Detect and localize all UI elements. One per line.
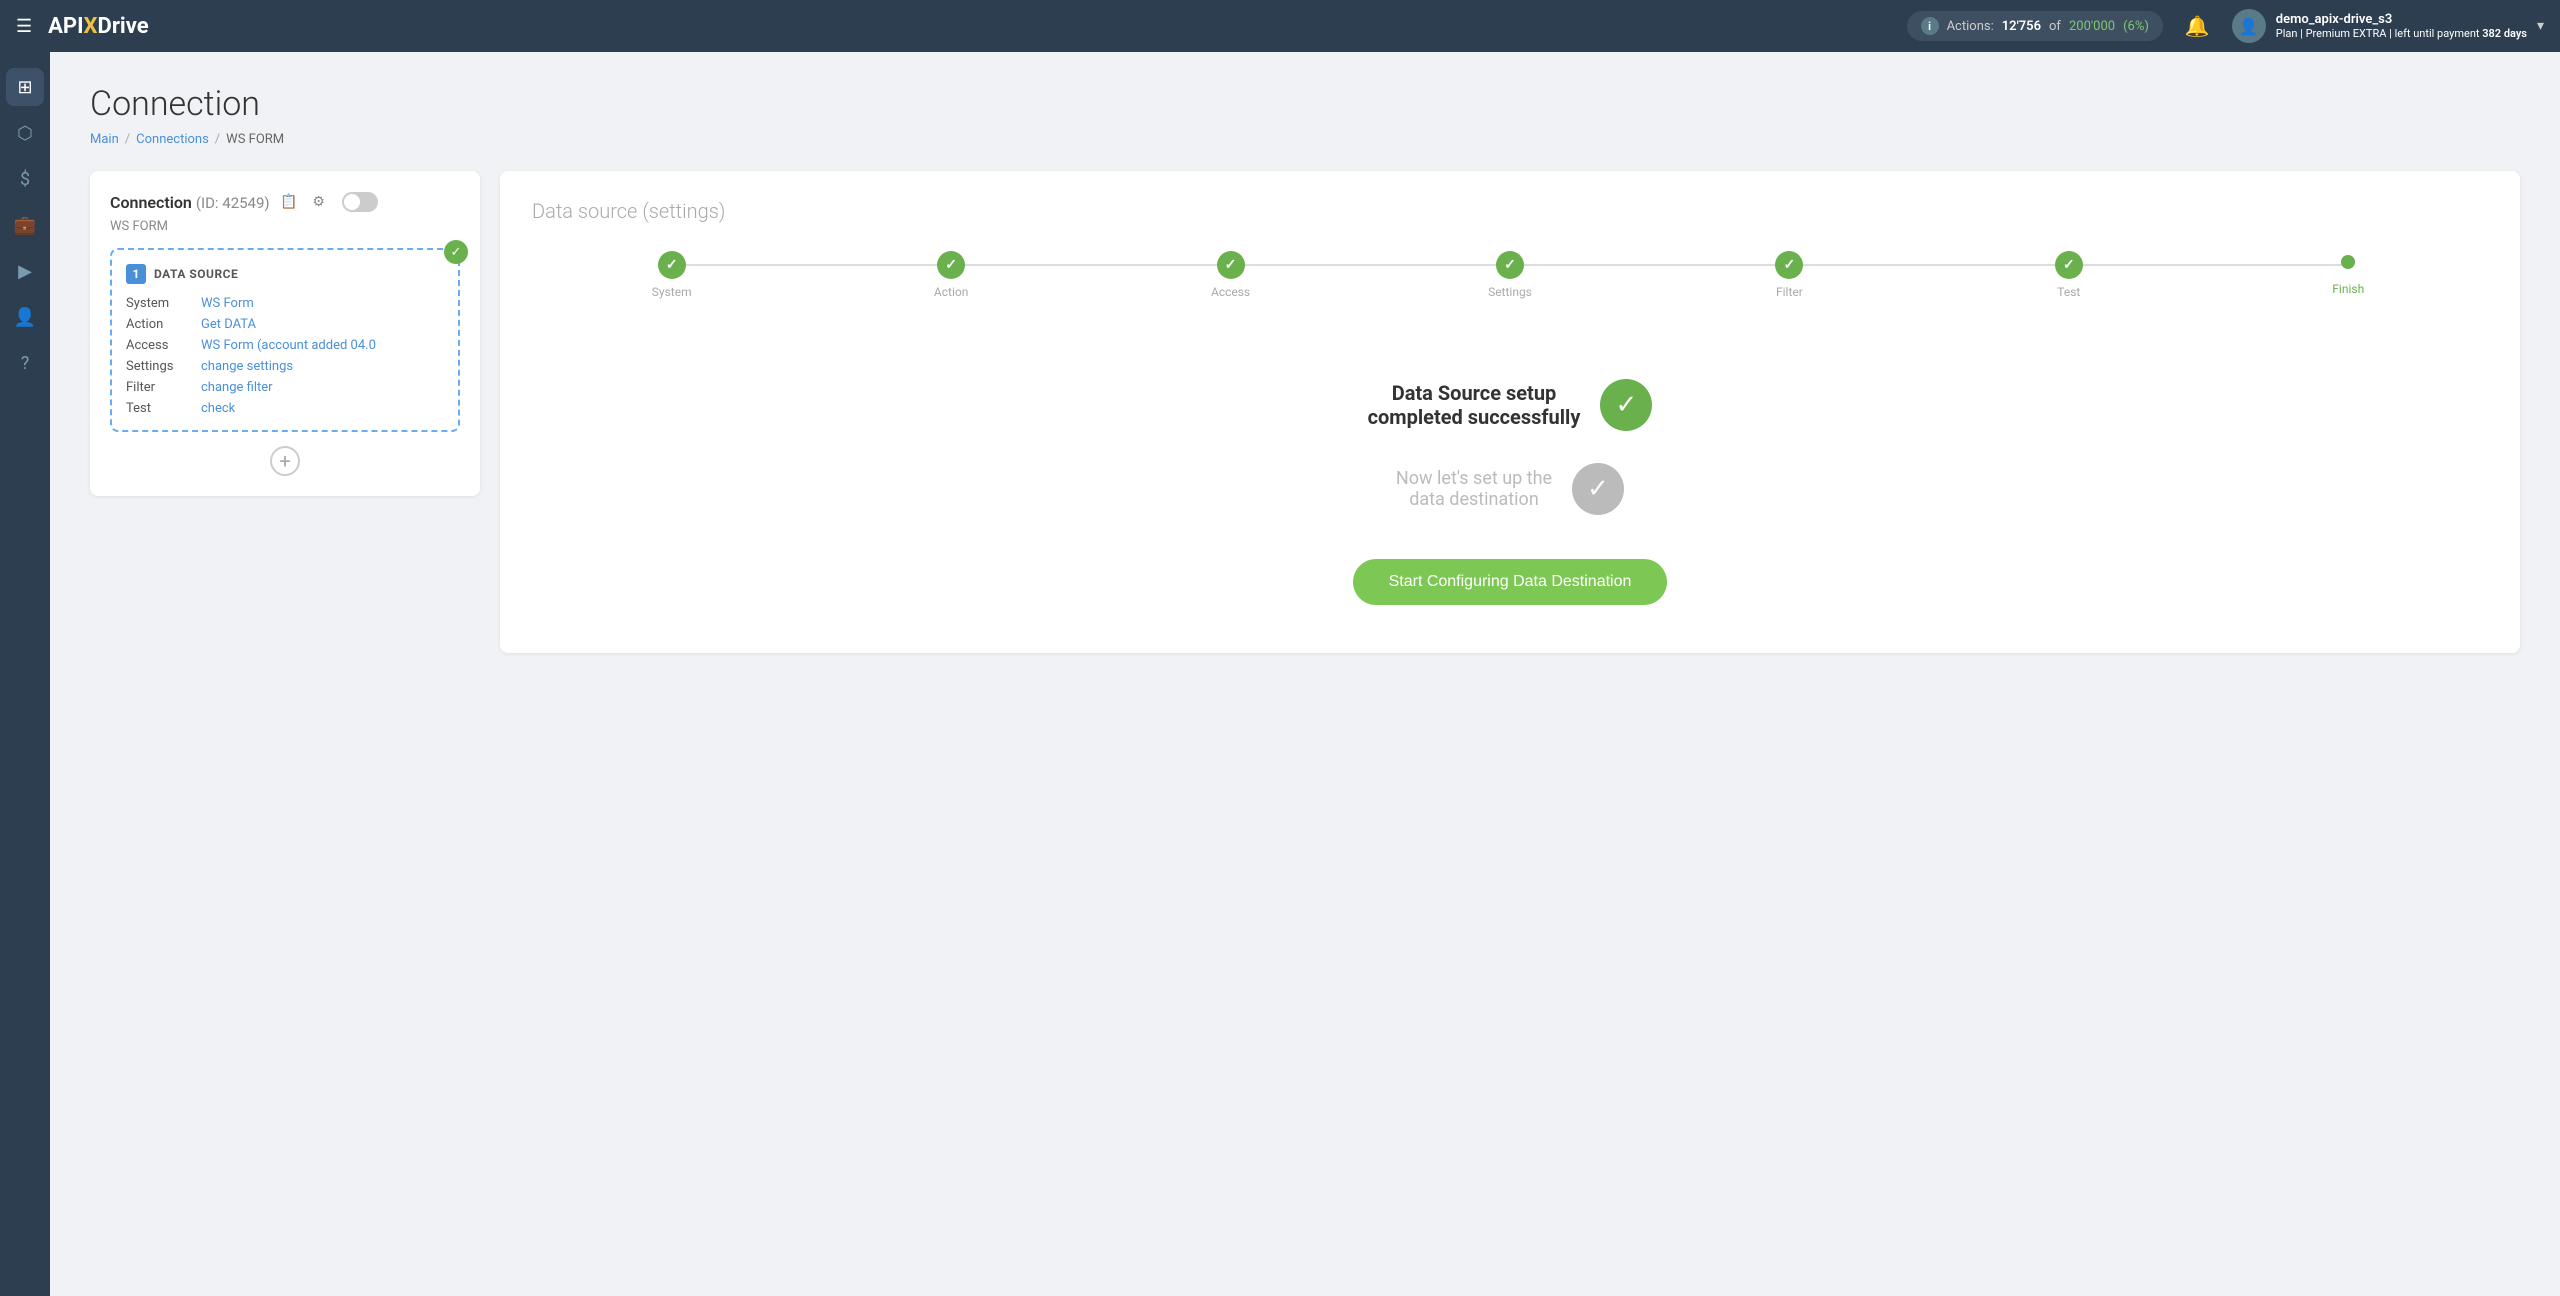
step-circle-system: ✓ [658,251,686,279]
actions-total: 200'000 [2069,19,2115,34]
ws-form-label: WS FORM [110,219,460,234]
actions-badge: i Actions: 12'756 of 200'000 (6%) [1907,11,2163,41]
success-check-gray: ✓ [1572,463,1624,515]
ds-value-system[interactable]: WS Form [201,296,254,311]
step-action: ✓ Action [811,251,1090,299]
ds-row-filter: Filter change filter [126,380,444,395]
ds-row-system: System WS Form [126,296,444,311]
avatar: 👤 [2232,9,2266,43]
page-title: Connection [90,84,2520,124]
copy-icon[interactable]: 📋 [278,191,300,213]
success-text-main: Data Source setupcompleted successfully [1368,381,1581,429]
sidebar-item-services[interactable]: 💼 [6,206,44,244]
logo-x: X [84,14,98,39]
ds-value-settings[interactable]: change settings [201,359,293,374]
actions-count: 12'756 [2002,19,2041,34]
step-settings: ✓ Settings [1370,251,1649,299]
right-card: Data source (settings) ✓ System ✓ Action [500,171,2520,653]
menu-icon[interactable]: ☰ [16,16,32,37]
user-plan: Plan | Premium EXTRA | left until paymen… [2276,27,2527,40]
connection-id: (ID: 42549) [196,194,270,212]
success-row-main: Data Source setupcompleted successfully … [1368,379,1653,431]
settings-icon[interactable]: ⚙ [308,191,330,213]
stepper: ✓ System ✓ Action ✓ Access ✓ Settings [532,251,2488,299]
success-text-sub: Now let's set up thedata destination [1396,468,1552,510]
ds-check-icon: ✓ [444,240,468,264]
success-check-green: ✓ [1600,379,1652,431]
success-row-sub: Now let's set up thedata destination ✓ [1396,463,1624,515]
ds-row-test: Test check [126,401,444,416]
ds-row-access: Access WS Form (account added 04.0 [126,338,444,353]
step-label-access: Access [1211,285,1250,299]
actions-pct: (6%) [2123,19,2149,34]
add-button[interactable]: + [270,446,300,476]
user-section: 👤 demo_apix-drive_s3 Plan | Premium EXTR… [2232,9,2544,43]
user-name: demo_apix-drive_s3 [2276,12,2527,27]
actions-label: Actions: [1947,19,1994,34]
step-filter: ✓ Filter [1650,251,1929,299]
data-source-box: ✓ 1 DATA SOURCE System WS Form Action Ge… [110,248,460,432]
info-icon: i [1921,17,1939,35]
step-finish: Finish [2209,255,2488,296]
user-info: demo_apix-drive_s3 Plan | Premium EXTRA … [2276,12,2527,40]
sidebar-item-profile[interactable]: 👤 [6,298,44,336]
logo-api: API [48,14,83,39]
breadcrumb-main[interactable]: Main [90,132,119,147]
step-circle-finish [2341,255,2355,269]
step-circle-settings: ✓ [1496,251,1524,279]
step-circle-action: ✓ [937,251,965,279]
ds-rows: System WS Form Action Get DATA Access WS… [126,296,444,416]
step-label-action: Action [934,285,968,299]
ds-value-action[interactable]: Get DATA [201,317,256,332]
breadcrumb-connections[interactable]: Connections [136,132,209,147]
sidebar-item-home[interactable]: ⊞ [6,68,44,106]
step-label-system: System [652,285,692,299]
ds-value-test[interactable]: check [201,401,235,416]
step-label-finish: Finish [2332,282,2364,296]
cards-row: Connection (ID: 42549) 📋 ⚙ WS FORM ✓ 1 D… [90,171,2520,653]
sidebar: ⊞ ⬡ $ 💼 ▶ 👤 ? [0,52,50,1296]
step-label-settings: Settings [1488,285,1532,299]
step-label-filter: Filter [1776,285,1803,299]
step-system: ✓ System [532,251,811,299]
ds-title: DATA SOURCE [154,267,238,281]
success-area: Data Source setupcompleted successfully … [532,359,2488,625]
chevron-down-icon[interactable]: ▾ [2537,18,2544,34]
ds-number: 1 [126,264,146,284]
actions-of: of [2049,19,2061,34]
sidebar-item-help[interactable]: ? [6,344,44,382]
step-test: ✓ Test [1929,251,2208,299]
step-access: ✓ Access [1091,251,1370,299]
connection-header: Connection (ID: 42549) 📋 ⚙ [110,191,460,213]
sidebar-item-tutorials[interactable]: ▶ [6,252,44,290]
step-circle-test: ✓ [2055,251,2083,279]
breadcrumb: Main / Connections / WS FORM [90,132,2520,147]
sidebar-item-billing[interactable]: $ [6,160,44,198]
start-configuring-button[interactable]: Start Configuring Data Destination [1353,559,1668,605]
main-content: Connection Main / Connections / WS FORM … [50,52,2560,1296]
ds-header: 1 DATA SOURCE [126,264,444,284]
logo: API X Drive [48,14,148,39]
logo-drive: Drive [98,14,149,39]
step-circle-access: ✓ [1217,251,1245,279]
ds-row-action: Action Get DATA [126,317,444,332]
step-circle-filter: ✓ [1775,251,1803,279]
toggle-switch[interactable] [342,192,378,212]
breadcrumb-current: WS FORM [226,132,284,147]
ds-settings-title: Data source (settings) [532,199,2488,223]
connection-title: Connection (ID: 42549) [110,193,270,212]
notification-icon[interactable]: 🔔 [2179,8,2216,44]
ds-value-filter[interactable]: change filter [201,380,273,395]
step-label-test: Test [2057,285,2080,299]
left-card: Connection (ID: 42549) 📋 ⚙ WS FORM ✓ 1 D… [90,171,480,496]
sidebar-item-connections[interactable]: ⬡ [6,114,44,152]
ds-row-settings: Settings change settings [126,359,444,374]
topnav: ☰ API X Drive i Actions: 12'756 of 200'0… [0,0,2560,52]
ds-value-access[interactable]: WS Form (account added 04.0 [201,338,376,353]
